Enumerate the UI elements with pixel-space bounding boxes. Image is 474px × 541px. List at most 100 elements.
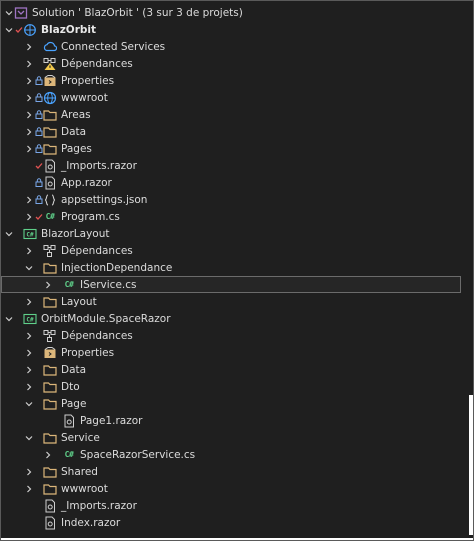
razor-file-icon [43, 176, 57, 190]
chevron-down-icon[interactable] [4, 225, 14, 242]
csharp-file-icon: C# [64, 280, 74, 289]
chevron-right-icon[interactable] [24, 106, 34, 123]
dependencies-warning-icon [43, 57, 57, 71]
chevron-right-icon[interactable] [24, 123, 34, 140]
tree-row-data[interactable]: Data [1, 123, 473, 140]
chevron-right-icon[interactable] [24, 191, 34, 208]
chevron-right-icon[interactable] [24, 463, 34, 480]
folder-icon [43, 295, 57, 309]
tree-row-dependances[interactable]: Dépendances [1, 327, 473, 344]
tree-row-solution[interactable]: Solution ' BlazOrbit ' (3 sur 3 de proje… [1, 4, 473, 21]
chevron-right-icon[interactable] [24, 327, 34, 344]
lock-icon [34, 93, 43, 102]
tree-row-spacerazorservice[interactable]: C# SpaceRazorService.cs [1, 446, 473, 463]
item-label: Service [61, 431, 100, 444]
chevron-right-icon[interactable] [24, 344, 34, 361]
chevron-right-icon[interactable] [24, 55, 34, 72]
tree-row-properties[interactable]: Properties [1, 72, 473, 89]
tree-row-wwwroot[interactable]: wwwroot [1, 480, 473, 497]
tree-row-imports[interactable]: _Imports.razor [1, 497, 473, 514]
tree-row-dependances[interactable]: Dépendances [1, 55, 473, 72]
csharp-project-icon: C# [23, 227, 37, 241]
tree-row-wwwroot[interactable]: wwwroot [1, 89, 473, 106]
tree-row-layout[interactable]: Layout [1, 293, 473, 310]
tree-row-pages[interactable]: Pages [1, 140, 473, 157]
tree-row-shared[interactable]: Shared [1, 463, 473, 480]
item-label: SpaceRazorService.cs [80, 448, 196, 461]
chevron-down-icon[interactable] [24, 259, 34, 276]
chevron-down-icon[interactable] [24, 429, 34, 446]
razor-file-icon [62, 414, 76, 428]
tree-row-project-blazorlayout[interactable]: C# BlazorLayout [1, 225, 473, 242]
chevron-down-icon[interactable] [4, 21, 14, 38]
tree-row-imports[interactable]: _Imports.razor [1, 157, 473, 174]
chevron-right-icon[interactable] [24, 242, 34, 259]
lock-icon [34, 76, 43, 85]
chevron-right-icon[interactable] [24, 208, 34, 225]
check-icon [34, 213, 43, 221]
chevron-down-icon[interactable] [4, 310, 14, 327]
tree-row-appsettings[interactable]: appsettings.json [1, 191, 473, 208]
chevron-right-icon[interactable] [24, 480, 34, 497]
web-project-icon [23, 23, 37, 37]
tree-row-data[interactable]: Data [1, 361, 473, 378]
folder-icon [43, 363, 57, 377]
tree-row-dependances[interactable]: Dépendances [1, 242, 473, 259]
folder-icon [43, 108, 57, 122]
razor-file-icon [43, 159, 57, 173]
dependencies-icon [43, 329, 57, 343]
chevron-right-icon[interactable] [24, 293, 34, 310]
item-label: Dépendances [61, 57, 133, 70]
adjacent-window-edge [469, 395, 473, 535]
lock-icon [34, 110, 43, 119]
tree-row-index[interactable]: Index.razor [1, 514, 473, 531]
globe-icon [43, 91, 57, 105]
properties-icon [43, 346, 57, 360]
chevron-right-icon[interactable] [43, 276, 53, 293]
item-label: Dépendances [61, 244, 133, 257]
chevron-right-icon[interactable] [24, 140, 34, 157]
tree-row-areas[interactable]: Areas [1, 106, 473, 123]
chevron-down-icon[interactable] [4, 4, 14, 21]
folder-open-icon [43, 431, 57, 445]
item-label: _Imports.razor [61, 499, 137, 512]
tree-row-service[interactable]: Service [1, 429, 473, 446]
project-label: BlazorLayout [41, 227, 110, 240]
tree-row-injectiondependance[interactable]: InjectionDependance [1, 259, 473, 276]
chevron-right-icon[interactable] [24, 38, 34, 55]
chevron-right-icon[interactable] [24, 72, 34, 89]
chevron-down-icon[interactable] [24, 395, 34, 412]
item-label: wwwroot [61, 482, 108, 495]
item-label: Layout [61, 295, 97, 308]
chevron-right-icon[interactable] [24, 89, 34, 106]
lock-icon [34, 127, 43, 136]
chevron-right-icon[interactable] [43, 446, 53, 463]
csharp-project-icon: C# [23, 312, 37, 326]
item-label: InjectionDependance [61, 261, 173, 274]
razor-file-icon [43, 499, 57, 513]
tree-row-project-spacerazor[interactable]: C# OrbitModule.SpaceRazor [1, 310, 473, 327]
tree-row-program[interactable]: C# Program.cs [1, 208, 473, 225]
lock-icon [34, 178, 43, 187]
tree-row-dto[interactable]: Dto [1, 378, 473, 395]
item-label: wwwroot [61, 91, 108, 104]
item-label: IService.cs [80, 278, 137, 291]
tree-row-iservice[interactable]: C# IService.cs [1, 276, 461, 293]
item-label: Data [61, 363, 87, 376]
csharp-glyph: C# [26, 231, 34, 238]
folder-icon [43, 465, 57, 479]
tree-row-page[interactable]: Page [1, 395, 473, 412]
tree-row-project-blazorbit[interactable]: BlazOrbit [1, 21, 473, 38]
chevron-right-icon[interactable] [24, 378, 34, 395]
item-label: Shared [61, 465, 98, 478]
tree-row-app[interactable]: App.razor [1, 174, 473, 191]
item-label: Data [61, 125, 87, 138]
tree-row-page1[interactable]: Page1.razor [1, 412, 473, 429]
tree-row-connected-services[interactable]: Connected Services [1, 38, 473, 55]
solution-explorer: Solution ' BlazOrbit ' (3 sur 3 de proje… [0, 0, 474, 541]
folder-icon [43, 380, 57, 394]
csharp-glyph: C# [26, 316, 34, 323]
tree-row-properties[interactable]: Properties [1, 344, 473, 361]
check-icon [34, 162, 43, 170]
chevron-right-icon[interactable] [24, 361, 34, 378]
